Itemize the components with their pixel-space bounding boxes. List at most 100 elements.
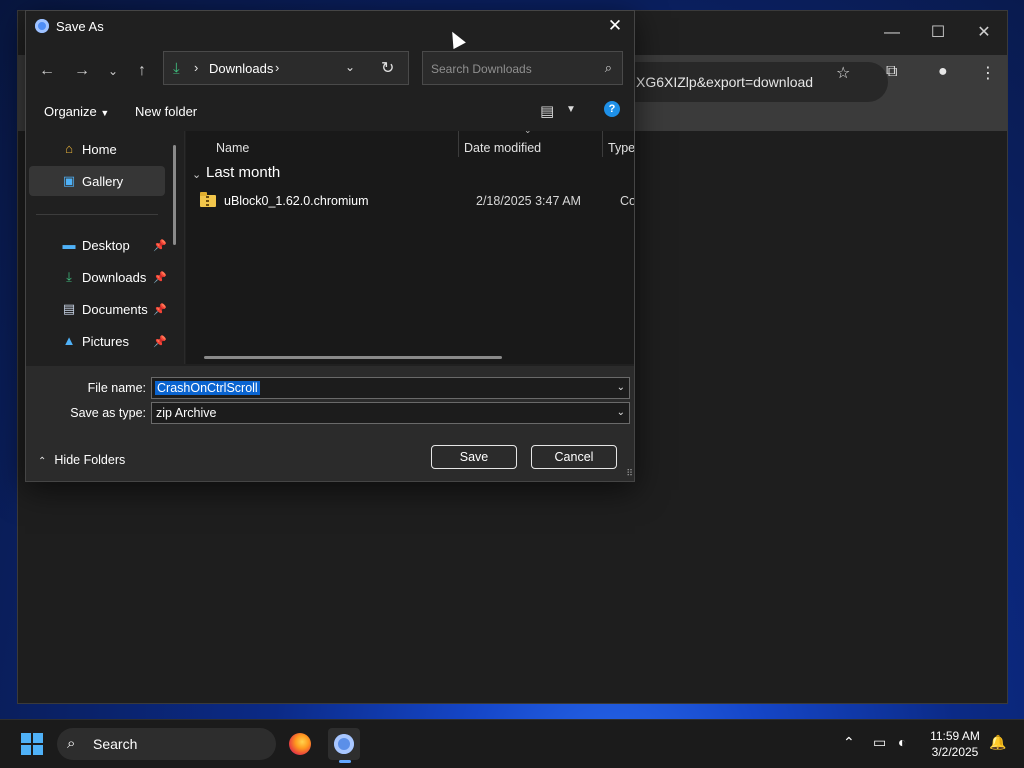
nav-item-label: Pictures	[82, 334, 129, 349]
nav-item-pictures[interactable]: ▲ Pictures 📌	[29, 326, 167, 356]
sort-chevron-icon: ⌄	[524, 131, 532, 136]
file-name-label: File name:	[87, 381, 146, 395]
cancel-button[interactable]: Cancel	[531, 445, 617, 469]
firefox-icon	[289, 733, 311, 755]
pane-splitter[interactable]	[184, 131, 185, 364]
file-row[interactable]: uBlock0_1.62.0.chromium 2/18/2025 3:47 A…	[200, 192, 634, 214]
hide-folders-label: Hide Folders	[54, 453, 126, 467]
dialog-title: Save As	[56, 19, 104, 34]
group-header[interactable]: Last month	[206, 164, 280, 181]
save-as-type-select[interactable]: zip Archive ⌄	[151, 402, 630, 424]
up-arrow-icon[interactable]: ↑	[130, 59, 154, 83]
breadcrumb-separator-icon[interactable]: ›	[275, 60, 279, 75]
taskbar-search-label: Search	[93, 736, 138, 752]
chrome-icon	[334, 734, 354, 754]
profile-icon[interactable]: ●	[938, 63, 948, 81]
column-header-type[interactable]: Type	[608, 141, 634, 155]
pin-icon[interactable]: 📌	[153, 303, 167, 316]
taskbar-search[interactable]: ⌕ Search	[57, 728, 276, 760]
volume-icon[interactable]: ◐	[898, 734, 906, 750]
dialog-close-button[interactable]: ✕	[604, 15, 626, 37]
search-input[interactable]	[429, 58, 593, 80]
breadcrumb-separator-icon[interactable]: ›	[194, 60, 198, 75]
command-bar: Organize ▼ New folder ▤ ▼ ?	[26, 97, 634, 127]
save-button[interactable]: Save	[431, 445, 517, 469]
breadcrumb-location[interactable]: Downloads	[209, 61, 273, 76]
taskbar-chrome[interactable]	[328, 728, 360, 763]
save-as-dialog: Save As ✕ ← → ⌄ ↑ ⤓ › Downloads › ⌄ ↻ ⌕ …	[25, 10, 635, 482]
file-date: 2/18/2025 3:47 AM	[476, 194, 581, 208]
column-header-date-modified[interactable]: Date modified	[464, 141, 541, 155]
chevron-down-icon[interactable]: ⌄	[617, 407, 625, 418]
organize-button[interactable]: Organize ▼	[44, 104, 109, 119]
start-button[interactable]	[21, 733, 43, 755]
chevron-up-icon: ⌃	[38, 456, 47, 467]
chrome-icon	[35, 19, 49, 33]
document-icon: ▤	[62, 301, 76, 316]
search-icon: ⌕	[67, 735, 76, 752]
group-collapse-chevron-icon[interactable]: ⌄	[192, 168, 201, 181]
nav-item-desktop[interactable]: ▬ Desktop 📌	[29, 230, 167, 260]
navigation-pane: ⌂ Home ▣ Gallery ▬ Desktop 📌 ⤓ Downloads…	[26, 131, 184, 364]
active-indicator	[339, 760, 351, 763]
pin-icon[interactable]: 📌	[153, 335, 167, 348]
column-header-name[interactable]: Name	[216, 141, 249, 155]
nav-item-home[interactable]: ⌂ Home	[29, 134, 165, 164]
address-bar-url: XG6XIZlp&export=download	[636, 74, 814, 90]
nav-item-documents[interactable]: ▤ Documents 📌	[29, 294, 167, 324]
search-box[interactable]: ⌕	[422, 51, 623, 85]
view-options-chevron-icon[interactable]: ▼	[566, 104, 576, 115]
new-folder-button[interactable]: New folder	[135, 104, 197, 119]
chevron-down-icon[interactable]: ⌄	[617, 382, 625, 393]
taskbar: ⌕ Search ⌃ ▭ ◐ 11:59 AM 3/2/2025 🔔	[0, 719, 1024, 768]
taskbar-firefox[interactable]	[284, 728, 316, 760]
bookmark-star-icon[interactable]: ☆	[836, 63, 850, 83]
nav-divider	[36, 214, 158, 215]
refresh-icon[interactable]: ↻	[381, 58, 394, 78]
notifications-bell-icon[interactable]: 🔔	[989, 734, 1006, 751]
nav-item-label: Downloads	[82, 270, 147, 285]
view-details-icon[interactable]: ▤	[540, 102, 554, 120]
file-list-scrollbar[interactable]	[204, 356, 502, 359]
download-icon: ⤓	[66, 269, 72, 284]
network-icon[interactable]: ▭	[873, 734, 886, 751]
pin-icon[interactable]: 📌	[153, 239, 167, 252]
help-icon[interactable]: ?	[604, 101, 620, 117]
address-history-chevron-icon[interactable]: ⌄	[345, 60, 355, 74]
nav-item-label: Documents	[82, 302, 148, 317]
save-as-type-value: zip Archive	[156, 406, 217, 420]
address-breadcrumb[interactable]: ⤓ › Downloads › ⌄ ↻	[163, 51, 409, 85]
clock[interactable]: 11:59 AM 3/2/2025	[920, 728, 990, 760]
file-name-value[interactable]: CrashOnCtrlScroll	[155, 381, 260, 395]
nav-scrollbar[interactable]	[173, 145, 176, 245]
pin-icon[interactable]: 📌	[153, 271, 167, 284]
file-name-field[interactable]: CrashOnCtrlScroll ⌄	[151, 377, 630, 399]
maximize-button[interactable]: ☐	[928, 23, 948, 43]
clock-time: 11:59 AM	[930, 729, 980, 743]
menu-kebab-icon[interactable]: ⋮	[980, 63, 996, 83]
extensions-icon[interactable]: ⧉	[886, 63, 897, 81]
download-icon: ⤓	[173, 60, 180, 77]
back-arrow-icon[interactable]: ←	[35, 59, 59, 83]
minimize-button[interactable]: —	[882, 23, 902, 43]
nav-item-label: Gallery	[82, 174, 124, 189]
pictures-icon: ▲	[62, 333, 76, 348]
show-hidden-icons-chevron-icon[interactable]: ⌃	[843, 734, 855, 751]
resize-grip-icon[interactable]: ⠿	[626, 468, 633, 479]
nav-item-label: Home	[82, 142, 117, 157]
hide-folders-button[interactable]: ⌃ Hide Folders	[38, 453, 125, 467]
nav-item-downloads[interactable]: ⤓ Downloads 📌	[29, 262, 167, 292]
dialog-titlebar: Save As ✕	[26, 11, 634, 41]
nav-item-label: Desktop	[82, 238, 130, 253]
chevron-down-icon: ▼	[100, 108, 110, 118]
recent-locations-chevron-icon[interactable]: ⌄	[101, 59, 125, 83]
file-type: Com	[620, 194, 634, 208]
nav-item-gallery[interactable]: ▣ Gallery	[29, 166, 165, 196]
forward-arrow-icon[interactable]: →	[70, 59, 94, 83]
home-icon: ⌂	[65, 141, 73, 156]
column-separator[interactable]	[458, 131, 459, 157]
file-name: uBlock0_1.62.0.chromium	[224, 194, 369, 208]
close-button[interactable]: ✕	[974, 23, 994, 43]
desktop-icon: ▬	[62, 237, 76, 252]
column-separator[interactable]	[602, 131, 603, 157]
